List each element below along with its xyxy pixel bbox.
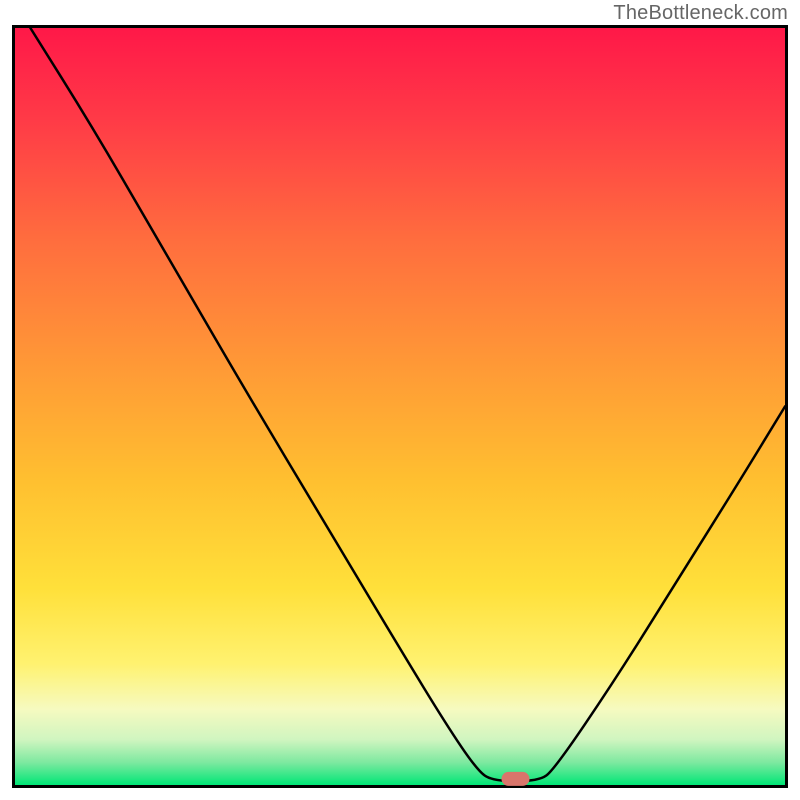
chart-svg xyxy=(12,25,788,788)
bottleneck-chart xyxy=(12,25,788,788)
chart-background xyxy=(15,28,785,785)
attribution-text: TheBottleneck.com xyxy=(613,2,788,25)
optimal-marker xyxy=(502,772,530,786)
